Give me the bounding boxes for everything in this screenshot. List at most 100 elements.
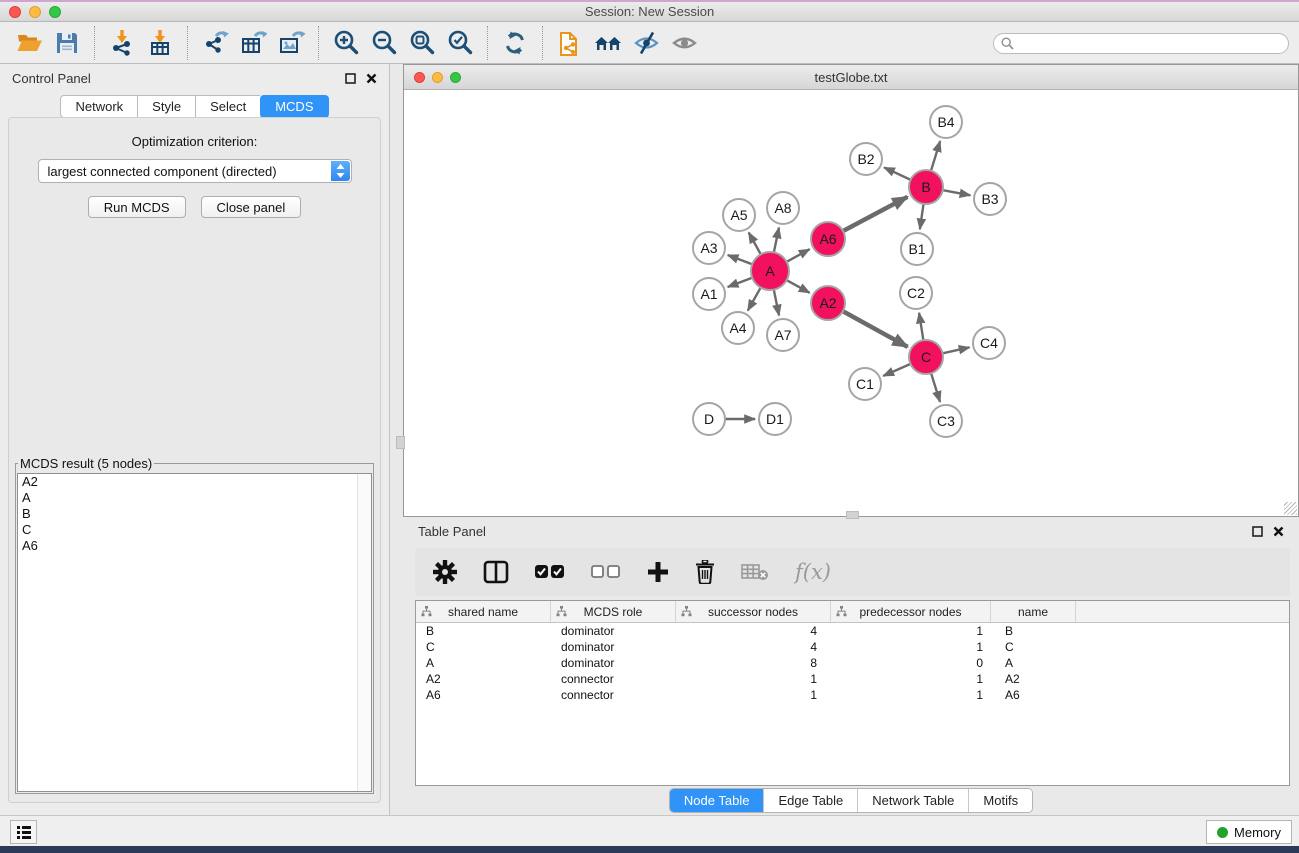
mcds-result-item[interactable]: A6 — [18, 538, 371, 554]
graph-node-A7[interactable]: A7 — [767, 319, 799, 351]
graph-edge-B-B4[interactable] — [931, 141, 940, 172]
table-cell[interactable]: connector — [551, 671, 676, 687]
graph-edge-A-A5[interactable] — [749, 232, 762, 255]
graph-node-D[interactable]: D — [693, 403, 725, 435]
tab-motifs[interactable]: Motifs — [969, 789, 1032, 812]
tab-select[interactable]: Select — [195, 95, 260, 118]
graph-edge-A-A1[interactable] — [728, 277, 753, 287]
table-row[interactable]: A2connector11A2 — [416, 671, 1289, 687]
vertical-split-handle[interactable] — [396, 436, 405, 449]
delete-column-icon[interactable] — [695, 560, 715, 584]
graph-node-A3[interactable]: A3 — [693, 232, 725, 264]
table-cell[interactable]: 1 — [676, 687, 831, 703]
graph-edge-C-C4[interactable] — [942, 347, 970, 353]
graph-edge-A6-B[interactable] — [842, 197, 907, 232]
mcds-result-item[interactable]: B — [18, 506, 371, 522]
table-cell[interactable]: 1 — [831, 687, 991, 703]
export-image-icon[interactable] — [272, 26, 310, 60]
tab-style[interactable]: Style — [137, 95, 195, 118]
tab-mcds[interactable]: MCDS — [260, 95, 328, 118]
column-header-shared-name[interactable]: shared name — [416, 601, 551, 622]
tab-edge-table[interactable]: Edge Table — [764, 789, 858, 812]
graph-node-A[interactable]: A — [751, 252, 789, 290]
node-table[interactable]: shared nameMCDS rolesuccessor nodesprede… — [415, 600, 1290, 786]
table-cell[interactable]: dominator — [551, 639, 676, 655]
graph-node-A8[interactable]: A8 — [767, 192, 799, 224]
graph-node-B1[interactable]: B1 — [901, 233, 933, 265]
list-scrollbar[interactable] — [357, 474, 371, 791]
window-resize-grip[interactable] — [1284, 502, 1297, 515]
first-neighbors-icon[interactable] — [589, 26, 627, 60]
graph-node-A5[interactable]: A5 — [723, 199, 755, 231]
table-cell[interactable]: A — [991, 655, 1076, 671]
graph-edge-A-A4[interactable] — [748, 287, 761, 311]
graph-node-C4[interactable]: C4 — [973, 327, 1005, 359]
zoom-out-icon[interactable] — [365, 26, 403, 60]
graph-node-C[interactable]: C — [909, 340, 943, 374]
table-cell[interactable]: A — [416, 655, 551, 671]
network-window-titlebar[interactable]: testGlobe.txt — [404, 65, 1298, 90]
show-columns-icon[interactable] — [483, 560, 509, 584]
add-column-icon[interactable] — [647, 561, 669, 583]
graph-node-B3[interactable]: B3 — [974, 183, 1006, 215]
zoom-fit-icon[interactable] — [403, 26, 441, 60]
column-header-predecessor-nodes[interactable]: predecessor nodes — [831, 601, 991, 622]
graph-node-B2[interactable]: B2 — [850, 143, 882, 175]
criterion-select[interactable]: largest connected component (directed) — [38, 159, 352, 183]
hide-graphics-details-icon[interactable] — [627, 26, 665, 60]
table-cell[interactable]: 0 — [831, 655, 991, 671]
graph-edge-A-A2[interactable] — [786, 280, 810, 293]
graph-node-C2[interactable]: C2 — [900, 277, 932, 309]
table-cell[interactable]: 1 — [831, 671, 991, 687]
graph-edge-B-B1[interactable] — [920, 203, 924, 229]
float-panel-icon[interactable] — [1252, 526, 1263, 537]
graph-node-A2[interactable]: A2 — [811, 286, 845, 320]
graph-edge-C-C1[interactable] — [883, 363, 911, 375]
task-history-button[interactable] — [10, 820, 37, 844]
graph-edge-B-B2[interactable] — [884, 167, 911, 180]
open-session-icon[interactable] — [10, 26, 48, 60]
delete-table-icon[interactable] — [741, 562, 769, 582]
refresh-layout-icon[interactable] — [496, 26, 534, 60]
graph-node-A1[interactable]: A1 — [693, 278, 725, 310]
graph-node-A6[interactable]: A6 — [811, 222, 845, 256]
run-mcds-button[interactable]: Run MCDS — [88, 196, 186, 218]
column-header-name[interactable]: name — [991, 601, 1076, 622]
mcds-result-item[interactable]: C — [18, 522, 371, 538]
table-cell[interactable]: A6 — [416, 687, 551, 703]
table-cell[interactable]: 1 — [831, 639, 991, 655]
table-mode-gear-icon[interactable] — [433, 560, 457, 584]
mcds-result-item[interactable]: A — [18, 490, 371, 506]
table-cell[interactable]: B — [991, 623, 1076, 639]
column-header-successor-nodes[interactable]: successor nodes — [676, 601, 831, 622]
tab-node-table[interactable]: Node Table — [670, 789, 765, 812]
graph-edge-A-A8[interactable] — [774, 228, 779, 254]
table-cell[interactable]: connector — [551, 687, 676, 703]
function-builder-icon[interactable]: f(x) — [795, 560, 831, 584]
close-panel-button[interactable]: Close panel — [201, 196, 302, 218]
table-cell[interactable]: B — [416, 623, 551, 639]
horizontal-split-handle[interactable] — [846, 511, 859, 519]
graph-node-A4[interactable]: A4 — [722, 312, 754, 344]
table-cell[interactable]: 1 — [831, 623, 991, 639]
table-cell[interactable]: 4 — [676, 623, 831, 639]
graph-edge-A-A7[interactable] — [774, 289, 779, 316]
graph-edge-A-A6[interactable] — [786, 249, 810, 262]
column-header-MCDS-role[interactable]: MCDS role — [551, 601, 676, 622]
table-row[interactable]: Adominator80A — [416, 655, 1289, 671]
mcds-result-list[interactable]: A2ABCA6 — [17, 473, 372, 792]
table-cell[interactable]: 8 — [676, 655, 831, 671]
float-panel-icon[interactable] — [345, 73, 356, 84]
close-panel-icon[interactable] — [1273, 526, 1284, 537]
graph-node-D1[interactable]: D1 — [759, 403, 791, 435]
mcds-result-item[interactable]: A2 — [18, 474, 371, 490]
table-cell[interactable]: dominator — [551, 655, 676, 671]
search-input[interactable] — [1014, 37, 1288, 51]
table-row[interactable]: A6connector11A6 — [416, 687, 1289, 703]
export-table-icon[interactable] — [234, 26, 272, 60]
network-canvas[interactable]: AA6A2BCA1A3A5A8A4A7B1B2B3B4C1C2C3C4DD1 — [404, 90, 1298, 516]
table-cell[interactable]: A2 — [991, 671, 1076, 687]
table-cell[interactable]: 1 — [676, 671, 831, 687]
import-table-icon[interactable] — [141, 26, 179, 60]
table-cell[interactable]: A6 — [991, 687, 1076, 703]
